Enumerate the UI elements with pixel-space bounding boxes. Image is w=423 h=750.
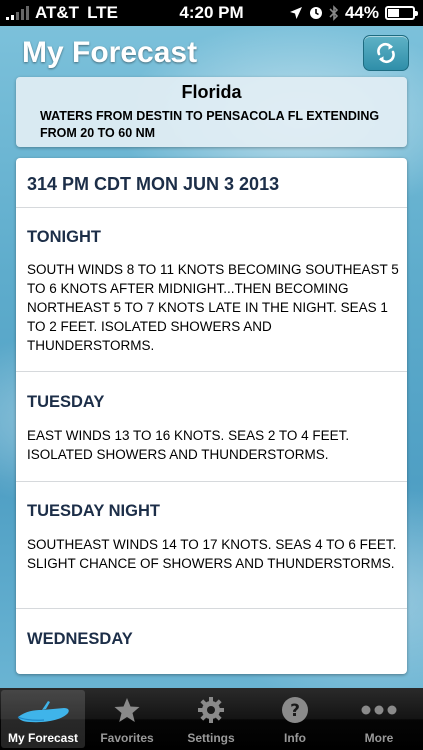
tab-settings[interactable]: Settings — [169, 688, 253, 750]
location-name: Florida — [181, 82, 242, 102]
period-name: TONIGHT — [27, 228, 101, 246]
divider — [16, 608, 407, 609]
forecast-issued-time: 314 PM CDT MON JUN 3 2013 — [27, 174, 280, 194]
page-title: My Forecast — [22, 36, 198, 69]
info-icon: ? — [282, 697, 308, 723]
divider — [16, 207, 407, 208]
location-card[interactable]: Florida WATERS FROM DESTIN TO PENSACOLA … — [16, 77, 407, 147]
tab-label: Info — [284, 731, 306, 745]
divider — [16, 371, 407, 372]
clock-icon — [309, 7, 322, 19]
period-name: TUESDAY — [27, 393, 105, 411]
tab-info[interactable]: ? Info — [253, 688, 337, 750]
period-text: SOUTHEAST WINDS 14 TO 17 KNOTS. SEAS 4 T… — [27, 537, 397, 571]
tab-label: Settings — [187, 731, 235, 745]
period-text: EAST WINDS 13 TO 16 KNOTS. SEAS 2 TO 4 F… — [27, 428, 350, 462]
tab-my-forecast[interactable]: My Forecast — [1, 690, 85, 748]
location-arrow-icon — [289, 7, 302, 19]
boat-icon — [17, 701, 69, 723]
refresh-button[interactable] — [363, 35, 409, 71]
star-icon — [114, 698, 140, 722]
status-time: 4:20 PM — [179, 3, 244, 22]
svg-text:?: ? — [290, 701, 300, 721]
tab-label: Favorites — [100, 731, 154, 745]
status-bar: AT&T LTE 4:20 PM 44% — [0, 0, 423, 26]
status-right: 44% — [289, 3, 418, 23]
gear-icon — [198, 697, 224, 723]
tab-label: My Forecast — [7, 731, 79, 745]
period-name: TUESDAY NIGHT — [27, 502, 160, 520]
more-icon — [361, 705, 397, 715]
battery-icon — [385, 6, 418, 20]
tab-bar: My Forecast Favorites Settings ? Info Mo… — [0, 688, 423, 750]
tab-more[interactable]: More — [337, 688, 421, 750]
location-description: WATERS FROM DESTIN TO PENSACOLA FL EXTEN… — [40, 109, 380, 140]
forecast-card[interactable]: 314 PM CDT MON JUN 3 2013 TONIGHT SOUTH … — [16, 158, 407, 674]
battery-percent: 44% — [344, 3, 379, 22]
bluetooth-icon — [329, 5, 339, 21]
tab-label: More — [364, 731, 394, 745]
refresh-icon — [377, 42, 395, 64]
period-text: SOUTH WINDS 8 TO 11 KNOTS BECOMING SOUTH… — [27, 262, 399, 353]
divider — [16, 481, 407, 482]
period-name: WEDNESDAY — [27, 630, 133, 648]
tab-favorites[interactable]: Favorites — [85, 688, 169, 750]
